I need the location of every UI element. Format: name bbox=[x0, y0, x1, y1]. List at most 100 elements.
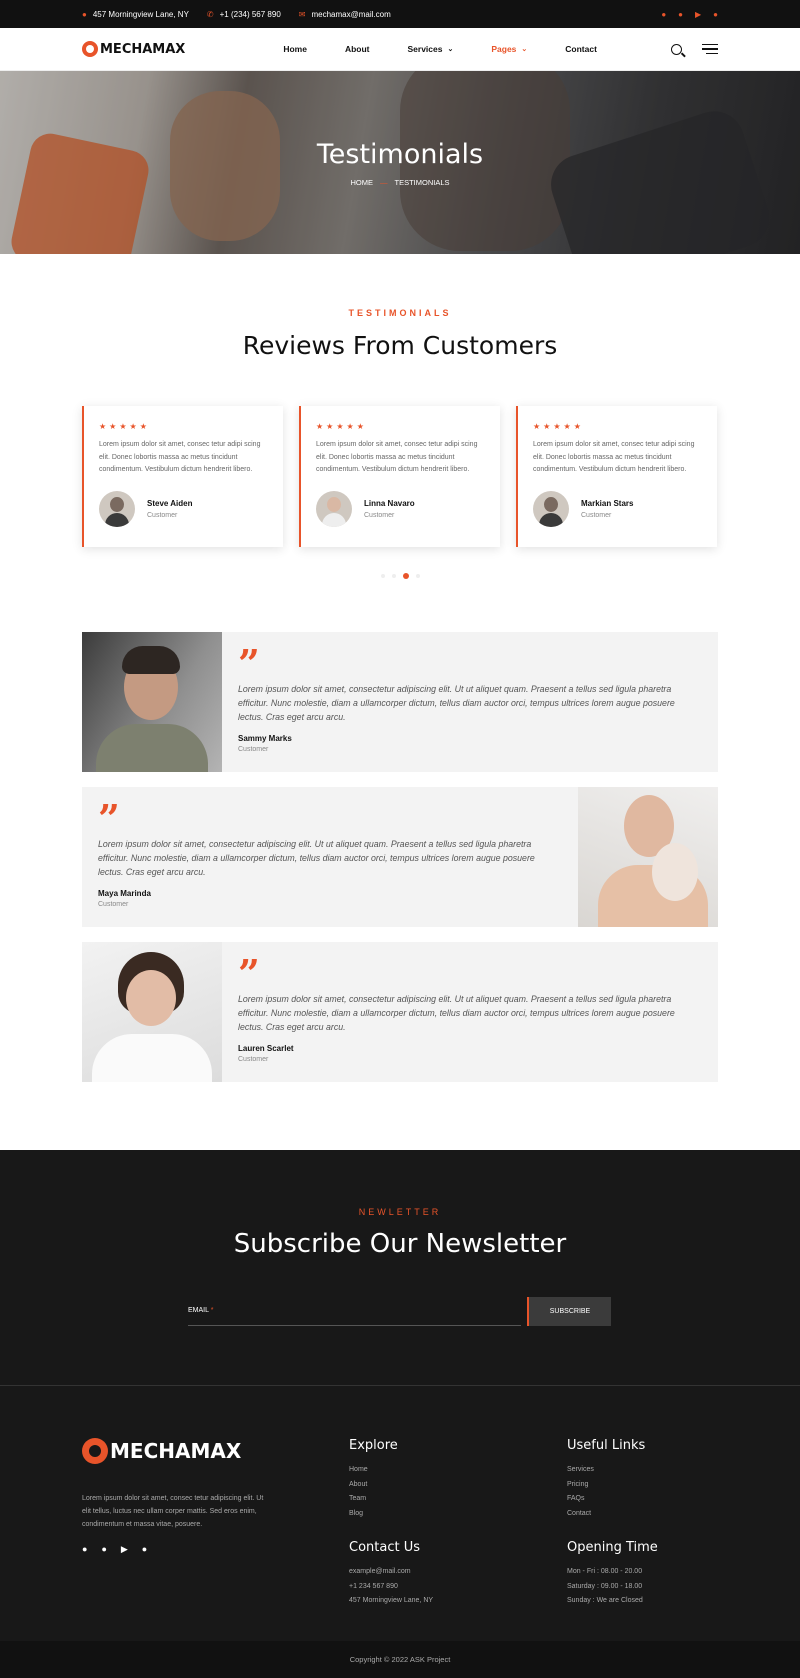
nav-home[interactable]: Home bbox=[283, 44, 307, 54]
carousel-dot-active[interactable] bbox=[402, 573, 409, 579]
page-hero: Testimonials HOME — TESTIMONIALS bbox=[0, 71, 800, 254]
breadcrumb-current: TESTIMONIALS bbox=[394, 178, 450, 187]
footer-link[interactable]: About bbox=[349, 1478, 398, 1493]
carousel-dot[interactable] bbox=[380, 574, 385, 578]
subscribe-button[interactable]: SUBSCRIBE bbox=[527, 1297, 611, 1326]
email-field[interactable]: EMAIL * bbox=[188, 1299, 521, 1326]
newsletter-eyebrow: NEWLETTER bbox=[358, 1207, 442, 1217]
footer-link[interactable]: Services bbox=[567, 1463, 645, 1478]
telegram-icon[interactable]: ● bbox=[713, 10, 718, 19]
footer-contact-email[interactable]: example@mail.com bbox=[349, 1565, 433, 1580]
star-rating: ★★★★★ bbox=[533, 422, 584, 431]
footer-contact-phone[interactable]: +1 234 567 890 bbox=[349, 1580, 433, 1595]
newsletter-section: NEWLETTER Subscribe Our Newsletter EMAIL… bbox=[0, 1150, 800, 1386]
reviewer: Steve Aiden Customer bbox=[99, 490, 268, 527]
footer-link[interactable]: FAQs bbox=[567, 1492, 645, 1507]
testimonial-block: ” Lorem ipsum dolor sit amet, consectetu… bbox=[82, 632, 718, 772]
main-nav: Home About Services ⌄ Pages ⌄ Contact bbox=[283, 44, 635, 54]
email-text[interactable]: mechamax@mail.com bbox=[311, 10, 390, 19]
phone-text[interactable]: +1 (234) 567 890 bbox=[220, 10, 281, 19]
testimonial-text: Lorem ipsum dolor sit amet, consectetur … bbox=[238, 684, 675, 722]
twitter-icon[interactable]: ● bbox=[678, 10, 683, 19]
nav-pages-label: Pages bbox=[491, 44, 517, 54]
breadcrumb-home[interactable]: HOME bbox=[350, 178, 373, 187]
testimonial-content: ” Lorem ipsum dolor sit amet, consectetu… bbox=[82, 787, 578, 927]
nav-services[interactable]: Services ⌄ bbox=[408, 44, 454, 54]
youtube-icon[interactable]: ▶ bbox=[695, 10, 701, 19]
testimonial-photo bbox=[82, 632, 222, 772]
quote-icon: ” bbox=[238, 641, 260, 686]
phone-info[interactable]: ✆ +1 (234) 567 890 bbox=[207, 10, 281, 19]
footer-social-links: ● ● ▶ ● bbox=[82, 1544, 147, 1555]
footer-link[interactable]: Team bbox=[349, 1492, 398, 1507]
required-mark: * bbox=[210, 1307, 214, 1314]
star-rating: ★★★★★ bbox=[316, 422, 367, 431]
email-label-text: EMAIL bbox=[188, 1307, 209, 1314]
reviewer-name: Steve Aiden bbox=[147, 498, 193, 508]
footer-link[interactable]: Contact bbox=[567, 1507, 645, 1522]
header-tools bbox=[671, 43, 718, 55]
testimonial-photo bbox=[82, 942, 222, 1082]
review-card: ★★★★★ Lorem ipsum dolor sit amet, consec… bbox=[299, 406, 500, 547]
star-rating: ★★★★★ bbox=[99, 422, 150, 431]
carousel-dot[interactable] bbox=[391, 574, 396, 578]
address-text: 457 Morningview Lane, NY bbox=[92, 9, 189, 19]
site-logo[interactable]: MECHAMAX bbox=[82, 41, 185, 57]
footer-useful-links: Useful Links Services Pricing FAQs Conta… bbox=[567, 1438, 645, 1522]
footer-about: Lorem ipsum dolor sit amet, consec tetur… bbox=[82, 1495, 264, 1528]
carousel-dots bbox=[0, 573, 800, 579]
breadcrumb-separator-icon: — bbox=[379, 178, 388, 187]
chevron-down-icon: ⌄ bbox=[447, 46, 454, 53]
nav-pages[interactable]: Pages ⌄ bbox=[491, 44, 527, 54]
review-carousel: ★★★★★ Lorem ipsum dolor sit amet, consec… bbox=[82, 406, 717, 547]
newsletter-form: EMAIL * SUBSCRIBE bbox=[188, 1297, 611, 1326]
telegram-icon[interactable]: ● bbox=[142, 1544, 147, 1555]
site-footer: MECHAMAX Lorem ipsum dolor sit amet, con… bbox=[0, 1386, 800, 1641]
email-info[interactable]: ✉ mechamax@mail.com bbox=[299, 10, 391, 19]
search-icon[interactable] bbox=[671, 43, 682, 55]
facebook-icon[interactable]: ● bbox=[82, 1544, 87, 1555]
testimonial-content: ” Lorem ipsum dolor sit amet, consectetu… bbox=[222, 632, 718, 772]
footer-contact-address: 457 Morningview Lane, NY bbox=[349, 1597, 434, 1605]
facebook-icon[interactable]: ● bbox=[661, 10, 666, 19]
footer-hours-title: Opening Time bbox=[567, 1540, 658, 1555]
nav-contact-label: Contact bbox=[565, 44, 597, 54]
review-text: Lorem ipsum dolor sit amet, consec tetur… bbox=[533, 441, 695, 473]
reviewer: Linna Navaro Customer bbox=[316, 490, 485, 527]
footer-logo[interactable]: MECHAMAX bbox=[82, 1438, 241, 1464]
testimonial-block: ” Lorem ipsum dolor sit amet, consectetu… bbox=[82, 942, 718, 1082]
footer-contact-title: Contact Us bbox=[349, 1540, 420, 1555]
footer-hours: Opening Time Mon - Fri : 08.00 - 20.00 S… bbox=[567, 1540, 658, 1609]
footer-contact: Contact Us example@mail.com +1 234 567 8… bbox=[349, 1540, 433, 1609]
logo-icon bbox=[82, 1438, 108, 1464]
footer-link[interactable]: Home bbox=[349, 1463, 398, 1478]
nav-services-label: Services bbox=[407, 44, 443, 54]
location-icon: ● bbox=[82, 9, 87, 19]
testimonial-name: Maya Marinda bbox=[98, 889, 151, 898]
footer-link[interactable]: Pricing bbox=[567, 1478, 645, 1493]
newsletter-title: Subscribe Our Newsletter bbox=[233, 1229, 567, 1259]
footer-logo-text: MECHAMAX bbox=[110, 1439, 242, 1463]
review-text: Lorem ipsum dolor sit amet, consec tetur… bbox=[316, 441, 478, 473]
mail-icon: ✉ bbox=[298, 9, 306, 19]
logo-icon bbox=[82, 41, 98, 57]
address-info: ● 457 Morningview Lane, NY bbox=[82, 10, 189, 19]
twitter-icon[interactable]: ● bbox=[101, 1544, 106, 1555]
nav-contact[interactable]: Contact bbox=[565, 44, 597, 54]
top-social-links: ● ● ▶ ● bbox=[661, 10, 718, 19]
testimonial-name: Lauren Scarlet bbox=[238, 1044, 294, 1053]
footer-hours-line: Mon - Fri : 08.00 - 20.00 bbox=[567, 1568, 643, 1575]
nav-about[interactable]: About bbox=[345, 44, 370, 54]
youtube-icon[interactable]: ▶ bbox=[121, 1544, 128, 1555]
testimonial-role: Customer bbox=[98, 901, 129, 908]
testimonial-text: Lorem ipsum dolor sit amet, consectetur … bbox=[98, 839, 535, 877]
carousel-dot[interactable] bbox=[415, 574, 420, 578]
footer-explore: Explore Home About Team Blog bbox=[349, 1438, 398, 1522]
review-card: ★★★★★ Lorem ipsum dolor sit amet, consec… bbox=[516, 406, 717, 547]
reviewer: Markian Stars Customer bbox=[533, 490, 702, 527]
footer-link[interactable]: Blog bbox=[349, 1507, 398, 1522]
nav-home-label: Home bbox=[283, 44, 307, 54]
hamburger-menu-icon[interactable] bbox=[702, 43, 718, 55]
reviewer-role: Customer bbox=[147, 511, 178, 519]
nav-about-label: About bbox=[344, 44, 370, 54]
